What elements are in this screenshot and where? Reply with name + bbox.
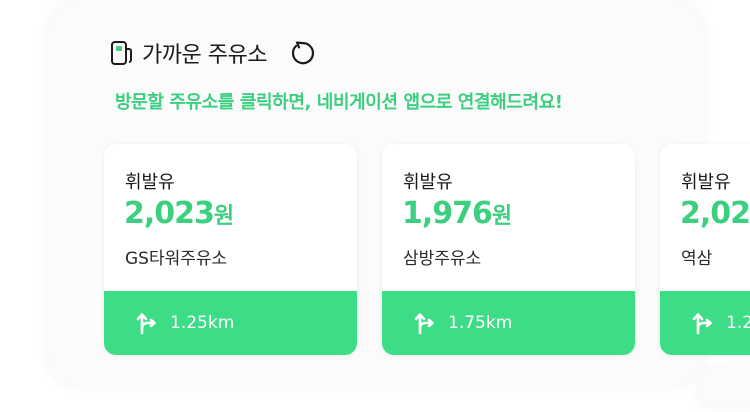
price-number: 2,02 (680, 196, 750, 231)
distance-label: 1.25km (170, 313, 235, 333)
price-number: 2,023 (124, 196, 215, 231)
distance-label: 1.75km (448, 313, 513, 333)
distance-label: 1.2 (726, 313, 750, 333)
price-unit: 원 (213, 204, 235, 229)
station-card[interactable]: 휘발유 1,976원 삼방주유소 1.75km (382, 144, 635, 355)
price-value: 2,02 (680, 196, 750, 231)
navigate-button[interactable]: 1.2 (660, 291, 750, 355)
fuel-type-label: 휘발유 (403, 172, 453, 193)
station-card[interactable]: 휘발유 2,023원 GS타워주유소 1.25km (104, 144, 357, 355)
station-name: GS타워주유소 (125, 249, 228, 269)
nearby-gas-stations-screen: 가까운 주유소 방문할 주유소를 클릭하면, 네비게이션 앱으로 연결해드려요!… (0, 0, 750, 412)
fuel-type-label: 휘발유 (681, 172, 731, 193)
fuel-type-label: 휘발유 (125, 172, 175, 193)
station-name: 삼방주유소 (403, 249, 482, 269)
price-number: 1,976 (402, 196, 493, 231)
price-value: 1,976원 (402, 196, 512, 231)
station-name: 역삼 (681, 249, 713, 269)
panel-edge (700, 366, 750, 406)
price-unit: 원 (491, 204, 513, 229)
station-card[interactable]: 휘발유 2,02 역삼 1.2 (660, 144, 750, 355)
directions-icon (690, 310, 716, 336)
refresh-icon[interactable] (287, 39, 315, 67)
directions-icon (412, 310, 438, 336)
navigate-button[interactable]: 1.75km (382, 291, 635, 355)
navigate-button[interactable]: 1.25km (104, 291, 357, 355)
section-header: 가까운 주유소 (110, 37, 315, 69)
fuel-pump-icon (110, 39, 134, 67)
directions-icon (134, 310, 160, 336)
page-title: 가까운 주유소 (142, 43, 267, 68)
price-value: 2,023원 (124, 196, 234, 231)
navigation-hint: 방문할 주유소를 클릭하면, 네비게이션 앱으로 연결해드려요! (115, 92, 563, 113)
